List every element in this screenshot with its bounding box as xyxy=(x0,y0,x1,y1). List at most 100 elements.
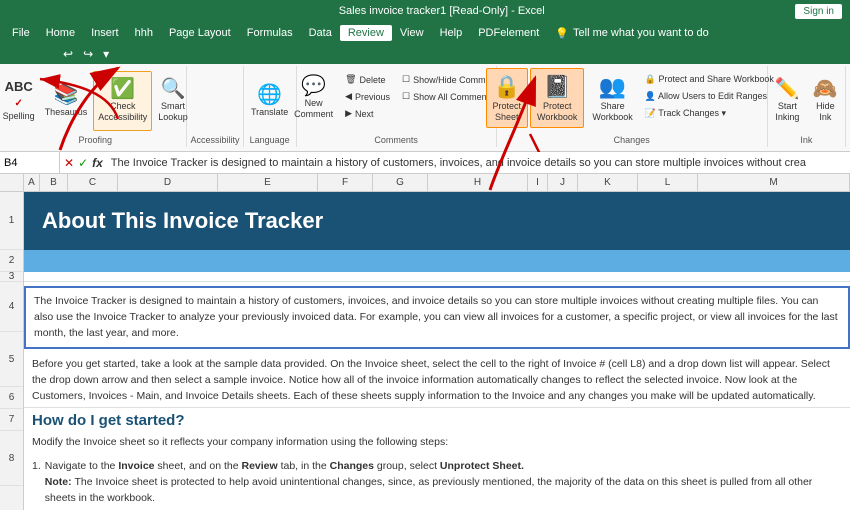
protect-workbook-button[interactable]: 📓 ProtectWorkbook xyxy=(530,68,584,128)
undo-button[interactable]: ↩ xyxy=(60,47,76,61)
redo-button[interactable]: ↪ xyxy=(80,47,96,61)
row-num-2[interactable]: 2 xyxy=(0,250,23,272)
menu-tell-me[interactable]: 💡 Tell me what you want to do xyxy=(547,25,716,42)
prev-icon: ◀ xyxy=(345,91,352,102)
check-accessibility-button[interactable]: ✅ CheckAccessibility xyxy=(93,71,152,131)
start-inking-button[interactable]: ✏️ StartInking xyxy=(769,71,805,131)
col-header-h[interactable]: H xyxy=(428,174,528,191)
col-header-g[interactable]: G xyxy=(373,174,428,191)
sign-in-button[interactable]: Sign in xyxy=(795,4,842,19)
hide-ink-button[interactable]: 🙈 HideInk xyxy=(807,71,843,131)
smart-lookup-icon: 🔍 xyxy=(161,79,186,99)
ribbon-group-language: 🌐 Translate Language xyxy=(244,66,297,147)
track-changes-button[interactable]: 📝 Track Changes ▾ xyxy=(641,106,778,121)
spelling-icon: ABC✓ xyxy=(5,80,33,109)
col-header-i[interactable]: I xyxy=(528,174,548,191)
row-5-content: Before you get started, take a look at t… xyxy=(32,358,830,402)
new-comment-button[interactable]: 💬 NewComment xyxy=(290,68,337,128)
row-num-3[interactable]: 3 xyxy=(0,272,23,282)
menu-pdfelement[interactable]: PDFelement xyxy=(470,25,547,41)
col-header-m[interactable]: M xyxy=(698,174,850,191)
cell-reference[interactable]: B4 xyxy=(0,152,60,173)
col-header-a[interactable]: A xyxy=(24,174,40,191)
share-workbook-label: ShareWorkbook xyxy=(592,101,632,123)
formula-bar: B4 ✕ ✓ fx The Invoice Tracker is designe… xyxy=(0,152,850,174)
formula-icons: ✕ ✓ fx xyxy=(60,156,107,170)
language-group-label: Language xyxy=(250,133,290,145)
proofing-buttons: ABC✓ Spelling 📚 Thesaurus ✅ CheckAccessi… xyxy=(0,68,192,133)
col-header-c[interactable]: C xyxy=(68,174,118,191)
menu-view[interactable]: View xyxy=(392,25,432,41)
qat-more-button[interactable]: ▾ xyxy=(100,47,112,61)
ribbon-group-proofing: ABC✓ Spelling 📚 Thesaurus ✅ CheckAccessi… xyxy=(4,66,187,147)
menu-formulas[interactable]: Formulas xyxy=(239,25,301,41)
ink-buttons: ✏️ StartInking 🙈 HideInk xyxy=(769,68,843,133)
checkbox-icon: ☐ xyxy=(402,74,410,85)
col-header-d[interactable]: D xyxy=(118,174,218,191)
menu-page-layout[interactable]: Page Layout xyxy=(161,25,239,41)
thesaurus-button[interactable]: 📚 Thesaurus xyxy=(41,71,92,131)
row-5-text: Before you get started, take a look at t… xyxy=(24,353,850,408)
how-to-header: How do I get started? xyxy=(24,408,850,431)
col-header-k[interactable]: K xyxy=(578,174,638,191)
menu-help[interactable]: Help xyxy=(432,25,471,41)
col-header-j[interactable]: J xyxy=(548,174,578,191)
next-comment-button[interactable]: ▶ Next xyxy=(341,106,394,121)
smart-lookup-label: SmartLookup xyxy=(158,101,188,123)
row-num-7[interactable]: 7 xyxy=(0,409,23,431)
how-to-title: How do I get started? xyxy=(32,412,185,429)
ribbon: ABC✓ Spelling 📚 Thesaurus ✅ CheckAccessi… xyxy=(0,64,850,152)
spelling-label: Spelling xyxy=(3,111,35,121)
delete-icon: 🗑 xyxy=(345,74,356,85)
formula-x-icon[interactable]: ✕ xyxy=(64,156,74,170)
row-num-5[interactable]: 5 xyxy=(0,332,23,387)
delete-comment-button[interactable]: 🗑 Delete xyxy=(341,72,394,87)
menu-data[interactable]: Data xyxy=(301,25,340,41)
comments-group-label: Comments xyxy=(374,133,418,145)
menu-file[interactable]: File xyxy=(4,25,38,41)
previous-comment-button[interactable]: ◀ Previous xyxy=(341,89,394,104)
menu-review[interactable]: Review xyxy=(340,25,392,41)
window-title: Sales invoice tracker1 [Read-Only] - Exc… xyxy=(88,5,795,17)
formula-content: The Invoice Tracker is designed to maint… xyxy=(107,157,850,169)
spelling-button[interactable]: ABC✓ Spelling xyxy=(0,71,39,131)
share-workbook-icon: 👥 xyxy=(599,74,626,100)
ribbon-group-ink: ✏️ StartInking 🙈 HideInk Ink xyxy=(768,66,846,147)
protect-share-workbook-button[interactable]: 🔒 Protect and Share Workbook xyxy=(641,72,778,87)
hide-ink-icon: 🙈 xyxy=(813,79,838,99)
start-inking-label: StartInking xyxy=(775,101,799,123)
ribbon-group-accessibility: Accessibility xyxy=(187,66,243,147)
col-header-l[interactable]: L xyxy=(638,174,698,191)
new-comment-icon: 💬 xyxy=(301,76,326,96)
row-num-4[interactable]: 4 xyxy=(0,282,23,332)
protect-sheet-button[interactable]: 🔒 ProtectSheet xyxy=(486,68,529,128)
row-num-8[interactable]: 8 xyxy=(0,431,23,486)
smart-lookup-button[interactable]: 🔍 SmartLookup xyxy=(154,71,192,131)
menu-insert[interactable]: Insert xyxy=(83,25,127,41)
allow-users-button[interactable]: 👤 Allow Users to Edit Ranges xyxy=(641,89,778,104)
row-num-1[interactable]: 1 xyxy=(0,192,23,250)
cell-b4[interactable]: The Invoice Tracker is designed to maint… xyxy=(24,286,850,349)
formula-fx-icon[interactable]: fx xyxy=(92,156,103,170)
share-workbook-button[interactable]: 👥 ShareWorkbook xyxy=(586,68,638,128)
protect-workbook-icon: 📓 xyxy=(544,74,571,100)
protect-workbook-label: ProtectWorkbook xyxy=(537,101,577,123)
hide-ink-label: HideInk xyxy=(816,101,835,123)
sheet-area: 1 2 3 4 5 6 7 8 About This Invoice Track… xyxy=(0,192,850,510)
menu-hhh[interactable]: hhh xyxy=(127,25,161,41)
col-header-b[interactable]: B xyxy=(40,174,68,191)
row-num-6[interactable]: 6 xyxy=(0,387,23,409)
col-header-e[interactable]: E xyxy=(218,174,318,191)
col-header-f[interactable]: F xyxy=(318,174,373,191)
lightbulb-icon: 💡 xyxy=(555,27,569,40)
formula-check-icon[interactable]: ✓ xyxy=(78,156,88,170)
row-8-note-content: The Invoice sheet is protected to help a… xyxy=(45,476,813,504)
protect-sheet-icon: 🔒 xyxy=(493,74,520,100)
menu-bar: File Home Insert hhh Page Layout Formula… xyxy=(0,22,850,44)
check-accessibility-icon: ✅ xyxy=(110,79,135,99)
translate-button[interactable]: 🌐 Translate xyxy=(247,71,292,131)
menu-home[interactable]: Home xyxy=(38,25,83,41)
row-numbers: 1 2 3 4 5 6 7 8 xyxy=(0,192,24,510)
next-icon: ▶ xyxy=(345,108,352,119)
proofing-group-label: Proofing xyxy=(78,133,112,145)
